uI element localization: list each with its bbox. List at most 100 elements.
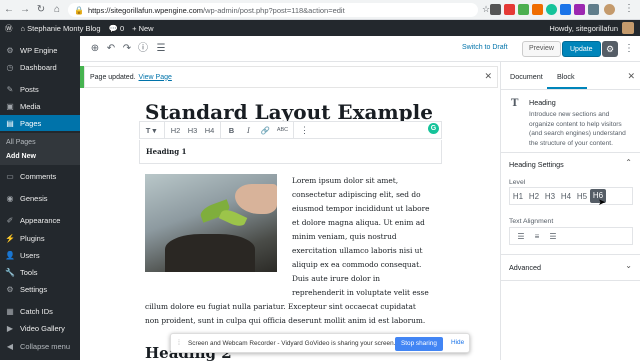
paragraph-line: Duis aute irure dolor in	[292, 274, 380, 283]
media-icon: ▣	[6, 101, 14, 111]
tab-block[interactable]: Block	[557, 72, 575, 81]
add-block-icon[interactable]: ⊕	[88, 42, 102, 56]
wordpress-logo-icon[interactable]: Ⓦ	[5, 23, 13, 34]
sidebar-item-settings[interactable]: ⚙ Settings	[0, 281, 80, 297]
chevron-down-icon[interactable]: ⌄	[625, 261, 632, 270]
plant-image[interactable]	[145, 174, 277, 272]
drag-handle-icon[interactable]: ⁞	[174, 340, 184, 347]
heading-level-2-button[interactable]: H2	[167, 126, 184, 135]
alignment-selector: ☰ ≡ ☰	[509, 227, 633, 245]
close-icon[interactable]: ✕	[627, 71, 635, 82]
wrench-icon: 🔧	[5, 267, 15, 277]
star-icon[interactable]: ☆	[482, 4, 490, 15]
align-right-icon[interactable]: ☰	[545, 232, 561, 241]
tab-document[interactable]: Document	[510, 72, 543, 81]
content-info-icon[interactable]: ⓘ	[136, 42, 150, 56]
stop-sharing-button[interactable]: Stop sharing	[395, 337, 443, 351]
profile-avatar[interactable]	[604, 4, 615, 15]
update-button[interactable]: Update	[562, 41, 601, 57]
sidebar-item-video-gallery[interactable]: ▶ Video Gallery	[0, 320, 80, 336]
heading-level-4-button[interactable]: H4	[201, 126, 218, 135]
sidebar-collapse-menu[interactable]: ◀ Collapse menu	[0, 338, 80, 354]
url-path: /wp-admin/post.php?post=118&action=edit	[203, 5, 345, 15]
strikethrough-button[interactable]: ABC	[274, 127, 291, 133]
heading-settings-toggle[interactable]: Heading Settings	[509, 160, 564, 169]
paragraph-line: reprehenderit in voluptate velit esse	[292, 288, 429, 297]
italic-button[interactable]: I	[240, 126, 257, 135]
sidebar-item-pages[interactable]: ▤ Pages	[0, 115, 80, 131]
sidebar-item-dashboard[interactable]: ◷ Dashboard	[0, 59, 80, 75]
extension-icon[interactable]	[546, 4, 557, 15]
block-type-switcher[interactable]: T ▾	[140, 126, 162, 135]
level-h1-button[interactable]: H1	[510, 192, 526, 201]
sidebar-item-catch-ids[interactable]: ▦ Catch IDs	[0, 303, 80, 319]
extension-icon[interactable]	[532, 4, 543, 15]
sidebar-item-posts[interactable]: ✎ Posts	[0, 81, 80, 97]
site-name-link[interactable]: ⌂ Stephanie Monty Blog	[21, 24, 101, 33]
more-block-options-icon[interactable]: ⋮	[296, 125, 313, 136]
new-content-link[interactable]: + New	[132, 24, 153, 33]
preview-button[interactable]: Preview	[522, 41, 561, 57]
extension-icon[interactable]	[504, 4, 515, 15]
sidebar-item-wp-engine[interactable]: ⚙ WP Engine	[0, 42, 80, 58]
heading-1-block[interactable]: Heading 1	[139, 140, 442, 164]
comments-link[interactable]: 💬 0	[109, 24, 125, 33]
extension-icon[interactable]	[588, 4, 599, 15]
text-alignment-label: Text Alignment	[509, 218, 554, 225]
extension-icon[interactable]	[560, 4, 571, 15]
grammarly-icon[interactable]: G	[428, 123, 439, 134]
comments-count: 0	[119, 23, 125, 33]
menu-dots-icon[interactable]: ⋮	[624, 3, 634, 14]
extension-icon[interactable]	[574, 4, 585, 15]
level-h5-button[interactable]: H5	[574, 192, 590, 201]
howdy-text: Howdy, sitegorillafun	[549, 23, 618, 33]
sidebar-item-plugins[interactable]: ⚡ Plugins	[0, 230, 80, 246]
more-options-icon[interactable]: ⋮	[622, 42, 636, 56]
sidebar-item-appearance[interactable]: ✐ Appearance	[0, 212, 80, 228]
sidebar-item-tools[interactable]: 🔧 Tools	[0, 264, 80, 280]
level-h4-button[interactable]: H4	[558, 192, 574, 201]
sidebar-sub-all-pages[interactable]: All Pages	[0, 136, 80, 149]
switch-to-draft-button[interactable]: Switch to Draft	[462, 44, 508, 51]
align-left-icon[interactable]: ☰	[513, 232, 529, 241]
divider	[501, 152, 640, 153]
forward-icon[interactable]: →	[18, 3, 32, 17]
level-h2-button[interactable]: H2	[526, 192, 542, 201]
home-icon[interactable]: ⌂	[50, 3, 64, 17]
heading-level-3-button[interactable]: H3	[184, 126, 201, 135]
view-page-link[interactable]: View Page	[139, 74, 172, 81]
advanced-toggle[interactable]: Advanced	[509, 263, 541, 272]
settings-sidebar: Document Block ✕ T Heading Introduce new…	[500, 62, 640, 360]
block-navigation-icon[interactable]: ☰	[154, 42, 168, 56]
toolbar-separator	[220, 121, 221, 139]
heading-block-icon: T	[511, 98, 519, 109]
sidebar-item-comments[interactable]: ▭ Comments	[0, 168, 80, 184]
level-label: Level	[509, 179, 526, 186]
account-menu[interactable]: Howdy, sitegorillafun	[549, 22, 634, 34]
close-icon[interactable]: ✕	[484, 71, 492, 82]
sidebar-item-genesis[interactable]: ◉ Genesis	[0, 190, 80, 206]
screen-share-bar: ⁞ Screen and Webcam Recorder - Vidyard G…	[170, 333, 470, 353]
align-center-icon[interactable]: ≡	[529, 232, 545, 241]
extension-icon[interactable]	[518, 4, 529, 15]
hide-button[interactable]: Hide	[451, 339, 464, 346]
notice-text: Page updated.	[90, 73, 136, 81]
paragraph-line: Lorem ipsum dolor sit amet,	[292, 176, 399, 185]
chevron-up-icon[interactable]: ⌃	[625, 158, 632, 167]
level-h3-button[interactable]: H3	[542, 192, 558, 201]
toolbar-separator	[293, 121, 294, 139]
back-icon[interactable]: ←	[2, 3, 16, 17]
video-icon: ▶	[6, 323, 14, 333]
settings-gear-icon[interactable]: ⚙	[602, 41, 618, 57]
redo-icon[interactable]: ↷	[120, 42, 134, 56]
address-bar[interactable]: 🔒 https://sitegorillafun.wpengine.com/wp…	[68, 3, 478, 17]
extension-icon[interactable]	[490, 4, 501, 15]
sidebar-item-media[interactable]: ▣ Media	[0, 98, 80, 114]
sidebar-item-users[interactable]: 👤 Users	[0, 247, 80, 263]
link-icon[interactable]: 🔗	[257, 126, 274, 135]
undo-icon[interactable]: ↶	[104, 42, 118, 56]
paragraph-line: cillum dolore eu fugiat nulla pariatur. …	[145, 302, 416, 311]
bold-button[interactable]: B	[223, 126, 240, 135]
sidebar-sub-add-new[interactable]: Add New	[0, 150, 80, 163]
reload-icon[interactable]: ↻	[34, 3, 48, 17]
